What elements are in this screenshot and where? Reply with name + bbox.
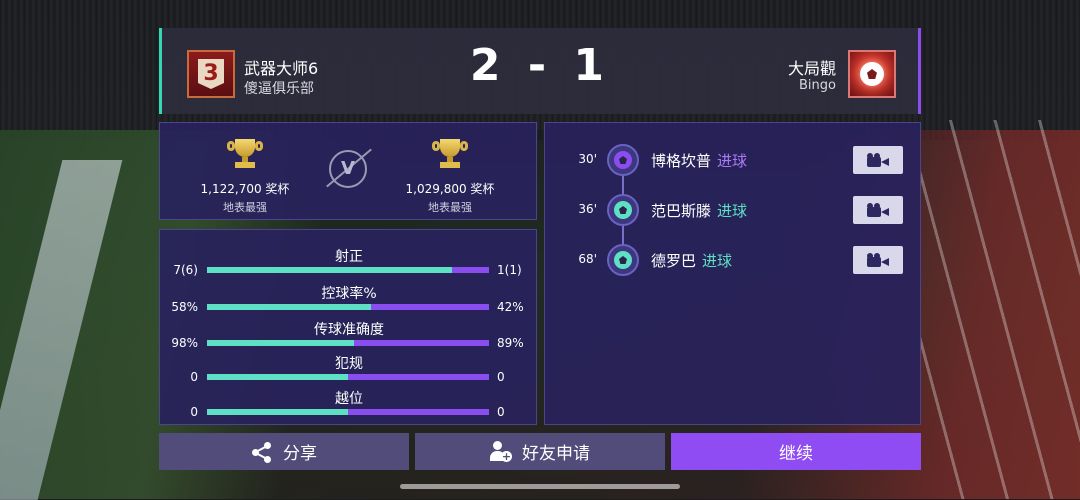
- home-trophy-icon: [227, 139, 263, 169]
- stat-away-value: 0: [497, 405, 505, 419]
- football-icon: [607, 144, 639, 176]
- stat-bar-fill: [207, 409, 348, 415]
- match-result-header: 3 武器大师6 傻逼俱乐部 2 - 1 大局觀 Bingo: [159, 28, 921, 114]
- continue-button[interactable]: 继续: [671, 433, 921, 470]
- stat-label: 射正: [335, 249, 363, 265]
- trophy-panel: 1,122,700 奖杯 地表最强 V 1,029,800 奖杯 地表最强: [159, 122, 537, 220]
- stat-bar: [207, 374, 489, 380]
- goal-scorer: 博格坎普 进球: [651, 150, 747, 171]
- away-avatar-icon: [848, 50, 896, 98]
- stat-away-value: 1(1): [497, 263, 522, 277]
- stat-row-possession: 控球率% 58% 42%: [160, 283, 538, 323]
- stat-bar-fill: [207, 304, 371, 310]
- stat-bar: [207, 267, 489, 273]
- football-icon: [607, 244, 639, 276]
- goal-event-label: 进球: [717, 202, 748, 220]
- stat-away-value: 42%: [497, 300, 524, 314]
- goal-minute: 30': [578, 152, 597, 166]
- stat-bar-fill: [207, 340, 354, 346]
- continue-button-label: 继续: [779, 444, 813, 464]
- away-trophy-icon: [432, 139, 468, 169]
- stat-bar: [207, 340, 489, 346]
- friend-request-button[interactable]: + 好友申请: [415, 433, 665, 470]
- stat-row-fouls: 犯规 0 0: [160, 353, 538, 393]
- add-friend-icon: +: [490, 440, 512, 463]
- stat-row-offsides: 越位 0 0: [160, 388, 538, 428]
- goal-event-label: 进球: [702, 252, 733, 270]
- share-icon: [251, 441, 273, 463]
- video-camera-icon: [867, 253, 889, 267]
- away-club-name: Bingo: [799, 78, 836, 93]
- goal-minute: 68': [578, 252, 597, 266]
- home-trophy-tier: 地表最强: [223, 201, 267, 214]
- goal-event-label: 进球: [717, 152, 748, 170]
- away-trophy-count: 1,029,800 奖杯: [405, 182, 495, 196]
- share-button-label: 分享: [283, 444, 317, 464]
- video-camera-icon: [867, 153, 889, 167]
- goal-event-row: 36' 范巴斯滕 进球: [545, 194, 922, 226]
- away-player-name: 大局觀: [787, 59, 836, 78]
- stat-label: 犯规: [335, 356, 363, 372]
- stat-label: 越位: [335, 391, 363, 407]
- stat-bar: [207, 409, 489, 415]
- stat-home-value: 7(6): [173, 263, 198, 277]
- stat-home-value: 58%: [171, 300, 198, 314]
- goal-event-row: 30' 博格坎普 进球: [545, 144, 922, 176]
- goal-player-name: 范巴斯滕: [651, 202, 712, 220]
- goal-player-name: 德罗巴: [651, 252, 697, 270]
- stat-away-value: 0: [497, 370, 505, 384]
- stat-row-shots-on-target: 射正 7(6) 1(1): [160, 246, 538, 286]
- replay-video-button[interactable]: [853, 196, 903, 224]
- share-button[interactable]: 分享: [159, 433, 409, 470]
- home-indicator-bar: [400, 484, 680, 489]
- vs-icon: V: [329, 150, 367, 188]
- goal-timeline-panel: 30' 博格坎普 进球 36' 范巴斯滕 进球 68' 德罗巴 进球: [544, 122, 921, 425]
- goal-event-row: 68' 德罗巴 进球: [545, 244, 922, 276]
- stat-label: 控球率%: [321, 286, 377, 302]
- video-camera-icon: [867, 203, 889, 217]
- goal-scorer: 范巴斯滕 进球: [651, 200, 747, 221]
- stat-label: 传球准确度: [314, 322, 384, 338]
- football-icon: [607, 194, 639, 226]
- stat-home-value: 0: [190, 370, 198, 384]
- stat-away-value: 89%: [497, 336, 524, 350]
- goal-minute: 36': [578, 202, 597, 216]
- replay-video-button[interactable]: [853, 246, 903, 274]
- away-trophy-tier: 地表最强: [428, 201, 472, 214]
- stat-home-value: 98%: [171, 336, 198, 350]
- friend-request-label: 好友申请: [522, 444, 590, 464]
- goal-player-name: 博格坎普: [651, 152, 712, 170]
- running-track-lines: [920, 120, 1080, 499]
- match-stats-panel: 射正 7(6) 1(1) 控球率% 58% 42% 传球准确度 98% 89% …: [159, 229, 537, 425]
- stat-bar-fill: [207, 267, 453, 273]
- replay-video-button[interactable]: [853, 146, 903, 174]
- goal-scorer: 德罗巴 进球: [651, 250, 732, 271]
- stat-bar: [207, 304, 489, 310]
- stat-home-value: 0: [190, 405, 198, 419]
- stat-bar-fill: [207, 374, 348, 380]
- home-trophy-count: 1,122,700 奖杯: [200, 182, 290, 196]
